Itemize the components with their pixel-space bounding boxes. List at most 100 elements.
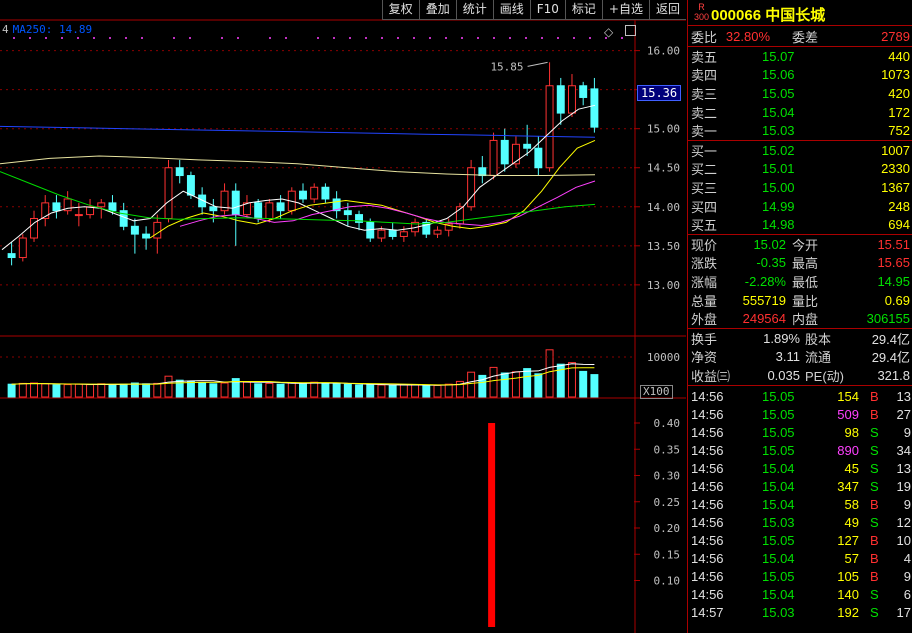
- stock-name: 中国长城: [765, 7, 826, 24]
- tick-price: 15.03: [762, 515, 795, 531]
- level-volume: 440: [888, 48, 910, 64]
- candle-body: [164, 167, 173, 219]
- ask-level-2[interactable]: 卖二 15.04 172: [688, 103, 912, 122]
- tick-volume: 105: [837, 569, 859, 585]
- level-price: 15.07: [762, 48, 795, 64]
- marker-dot: [221, 37, 223, 39]
- level-volume: 1007: [881, 142, 910, 158]
- tick-volume: 140: [837, 587, 859, 603]
- tick-count: 13: [896, 461, 911, 477]
- volume-bar: [489, 366, 498, 398]
- quote-value: 15.65: [877, 255, 910, 271]
- candle-body: [18, 237, 27, 259]
- volume-bar: [63, 384, 72, 398]
- tick-time: 14:57: [691, 605, 724, 621]
- price-tick-label: 13.00: [647, 279, 680, 292]
- volume-bar: [242, 381, 251, 398]
- add-watchlist-button[interactable]: +自选: [601, 0, 649, 20]
- volume-bar: [254, 383, 263, 398]
- volume-bar: [186, 380, 195, 398]
- marker-dot: [461, 37, 463, 39]
- candle-body: [556, 85, 565, 114]
- tick-price: 15.05: [762, 425, 795, 441]
- tick-time: 14:56: [691, 533, 724, 549]
- bid-level-5[interactable]: 买五 14.98 694: [688, 215, 912, 234]
- diamond-icon[interactable]: ◇: [604, 25, 613, 39]
- mark-button[interactable]: 标记: [564, 0, 602, 20]
- level-volume: 172: [888, 104, 910, 120]
- level-volume: 752: [888, 123, 910, 139]
- volume-bar: [500, 372, 509, 398]
- kline-chart-area[interactable]: 16.0015.5015.0014.5014.0013.5013.0015.85…: [0, 0, 686, 633]
- price-tick-label: 15.00: [647, 123, 680, 136]
- fund-row: 收益㈢ 0.035 PE(动) 321.8: [688, 366, 912, 385]
- candle-body: [534, 147, 543, 169]
- volume-bar: [590, 374, 599, 398]
- chart-scroll-box[interactable]: [625, 25, 636, 36]
- level-price: 15.03: [762, 123, 795, 139]
- price-tick-label: 14.50: [647, 162, 680, 175]
- fund-value: 321.8: [877, 367, 910, 383]
- tick-volume: 347: [837, 479, 859, 495]
- tick-side: S: [870, 461, 879, 477]
- fuquan-button[interactable]: 复权: [381, 0, 419, 20]
- back-button[interactable]: 返回: [648, 0, 686, 20]
- volume-bar: [411, 384, 420, 398]
- volume-bar: [198, 382, 207, 398]
- stock-code-name[interactable]: 000066 中国长城: [711, 4, 825, 25]
- tick-count: 10: [896, 533, 911, 549]
- marker-dot: [13, 37, 15, 39]
- quote-label: 量比: [792, 293, 819, 309]
- badge-top: R: [698, 2, 705, 12]
- volume-scale-label: X100: [640, 385, 673, 399]
- bid-level-1[interactable]: 买一 15.02 1007: [688, 141, 912, 160]
- tick-volume: 57: [844, 551, 859, 567]
- bid-level-4[interactable]: 买四 14.99 248: [688, 197, 912, 216]
- quote-label: 涨幅: [691, 274, 718, 290]
- level-label: 买二: [691, 162, 718, 178]
- ask-level-5[interactable]: 卖五 15.07 440: [688, 47, 912, 66]
- tick-volume: 45: [844, 461, 859, 477]
- ask-level-3[interactable]: 卖三 15.05 420: [688, 84, 912, 103]
- fund-label: 收益㈢: [691, 368, 731, 384]
- tick-price: 15.05: [762, 533, 795, 549]
- kline-chart-svg[interactable]: 16.0015.5015.0014.5014.0013.5013.0015.85…: [0, 0, 686, 633]
- volume-bar: [310, 381, 319, 398]
- quote-label: 今开: [792, 237, 819, 253]
- level-price: 14.99: [762, 198, 795, 214]
- quote-value: -2.28%: [744, 273, 786, 289]
- overlay-button[interactable]: 叠加: [418, 0, 456, 20]
- tick-side: B: [870, 389, 879, 405]
- candle-body: [74, 214, 83, 217]
- tick-time: 14:56: [691, 551, 724, 567]
- indicator-tick-label: 0.20: [654, 522, 681, 535]
- f10-button[interactable]: F10: [529, 0, 565, 20]
- tick-price: 15.04: [762, 551, 795, 567]
- level-label: 卖二: [691, 105, 718, 121]
- fund-label: 股本: [805, 331, 832, 347]
- candle-body: [377, 229, 386, 239]
- stock-header: R 300 000066 中国长城: [688, 0, 912, 26]
- volume-bar: [422, 385, 431, 398]
- marker-dot: [509, 37, 511, 39]
- tick-price: 15.04: [762, 497, 795, 513]
- trade-tick: 14:56 15.05 98 S 9: [688, 424, 912, 442]
- bid-level-3[interactable]: 买三 15.00 1367: [688, 178, 912, 197]
- tick-side: B: [870, 551, 879, 567]
- current-price-tag: 15.36: [637, 85, 682, 101]
- candle-body: [7, 253, 16, 259]
- candle-body: [153, 221, 162, 239]
- marker-dot: [45, 37, 47, 39]
- stats-button[interactable]: 统计: [455, 0, 493, 20]
- ask-level-4[interactable]: 卖四 15.06 1073: [688, 66, 912, 85]
- ask-level-1[interactable]: 卖一 15.03 752: [688, 121, 912, 140]
- bid-level-2[interactable]: 买二 15.01 2330: [688, 160, 912, 179]
- volume-bar: [30, 382, 38, 398]
- tick-time: 14:56: [691, 461, 724, 477]
- level-label: 买三: [691, 180, 718, 196]
- marker-dot: [477, 37, 479, 39]
- volume-bar: [86, 384, 95, 398]
- tick-price: 15.04: [762, 587, 795, 603]
- candle-body: [52, 202, 61, 212]
- draw-line-button[interactable]: 画线: [492, 0, 530, 20]
